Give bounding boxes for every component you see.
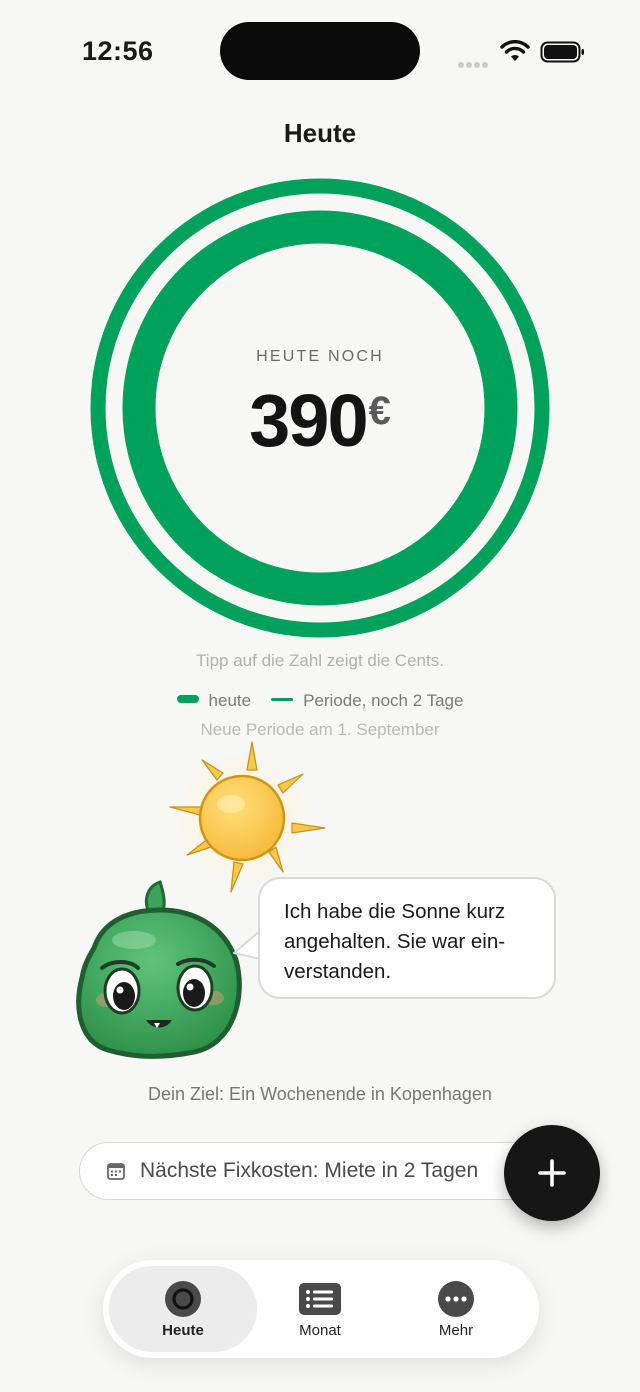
battery-icon — [540, 41, 584, 63]
speech-line: Ich habe die Sonne kurz — [284, 900, 506, 923]
more-icon — [438, 1281, 474, 1317]
legend-today-swatch — [176, 695, 199, 703]
list-icon — [299, 1283, 341, 1315]
new-period-text: Neue Periode am 1. September — [200, 720, 440, 739]
dynamic-island — [220, 22, 420, 80]
legend-period-swatch — [271, 698, 294, 701]
ring-label: HEUTE NOCH — [256, 348, 384, 365]
tab-label: Monat — [299, 1322, 341, 1339]
tip-text: Tipp auf die Zahl zeigt die Cents. — [196, 651, 444, 670]
mascot-blob-icon — [76, 880, 242, 1059]
speech-line: verstanden. — [284, 960, 392, 983]
sun-icon — [169, 741, 326, 893]
status-time: 12:56 — [82, 36, 154, 66]
page-title: Heute — [283, 118, 357, 148]
remaining-amount[interactable]: 390€ — [0, 378, 640, 463]
cellular-signal-icon — [458, 55, 490, 73]
tab-heute[interactable]: Heute — [109, 1266, 257, 1352]
tab-mehr[interactable]: Mehr — [382, 1266, 530, 1352]
speech-line: angehalten. Sie war ein- — [284, 930, 506, 953]
legend-today-label: heute — [208, 691, 252, 710]
calendar-icon — [107, 1163, 125, 1180]
ring-legend: heute Periode, noch 2 Tage — [0, 691, 640, 711]
amount-value[interactable]: 390 — [249, 379, 368, 462]
legend-period-label: Periode, noch 2 Tage — [303, 691, 464, 710]
fixed-costs-text: Nächste Fixkosten: Miete in 2 Tagen — [140, 1159, 479, 1182]
plus-icon — [538, 1159, 566, 1187]
speech-bubble: Ich habe die Sonne kurz angehalten. Sie … — [258, 877, 556, 999]
fixed-costs-pill[interactable]: Nächste Fixkosten: Miete in 2 Tagen — [79, 1142, 549, 1200]
circle-icon — [165, 1281, 201, 1317]
add-expense-button[interactable] — [504, 1125, 600, 1221]
tab-label: Mehr — [438, 1322, 474, 1339]
tab-label: Heute — [162, 1322, 204, 1339]
amount-currency: € — [368, 389, 391, 433]
goal-text: Dein Ziel: Ein Wochenende in Kopenhagen — [148, 1084, 492, 1104]
wifi-icon — [500, 40, 530, 61]
tab-monat[interactable]: Monat — [246, 1266, 394, 1352]
